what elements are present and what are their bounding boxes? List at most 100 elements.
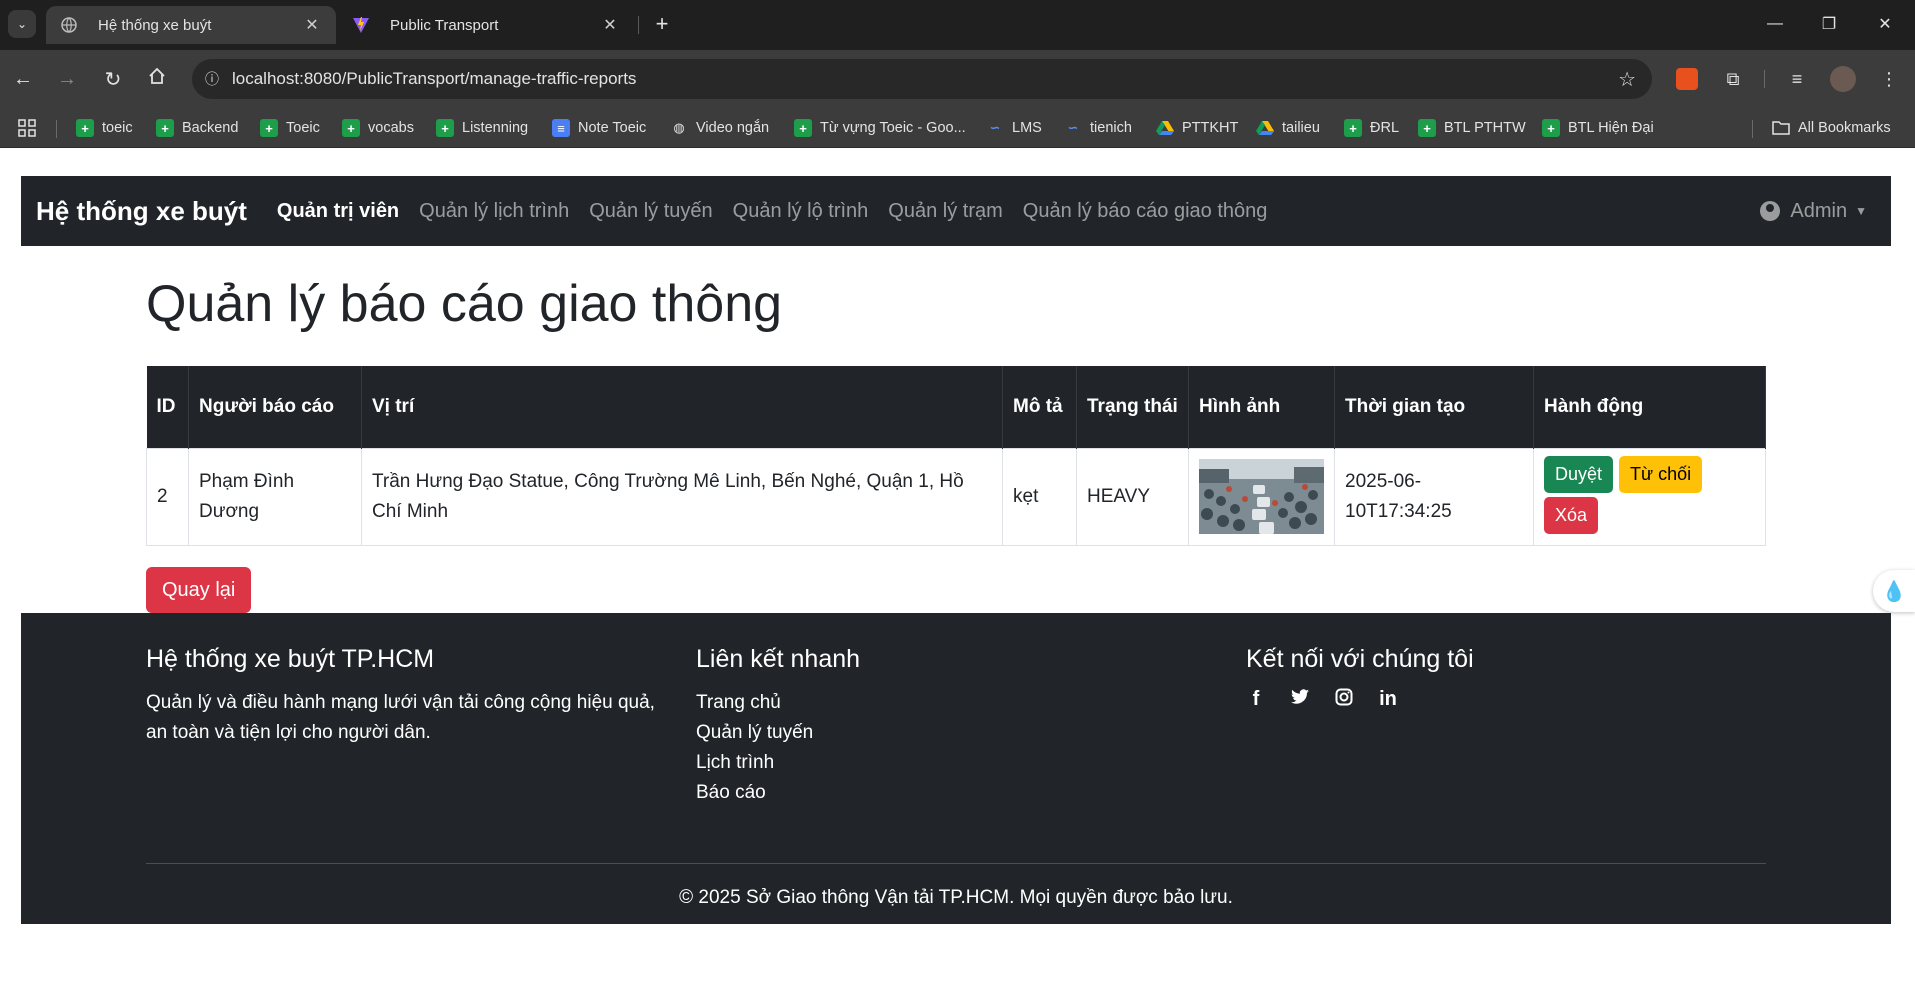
bookmark-toeic[interactable]: + toeic [76, 117, 133, 139]
sheets-icon: + [1418, 119, 1436, 137]
new-tab-button[interactable]: + [648, 10, 676, 38]
sheets-icon: + [794, 119, 812, 137]
reload-button[interactable]: ↻ [98, 64, 128, 94]
user-menu-dropdown[interactable]: Admin ▼ [1760, 200, 1867, 223]
drive-icon [1256, 119, 1274, 137]
browser-tab-strip: ⌄ Hệ thống xe buýt ✕ Public Transport ✕ … [0, 0, 1915, 50]
bookmark-pttkht[interactable]: PTTKHT [1156, 117, 1238, 139]
bookmark-label: tienich [1090, 120, 1132, 136]
folder-icon [1772, 119, 1790, 137]
footer-social-title: Kết nối với chúng tôi [1246, 645, 1474, 673]
bookmark-label: LMS [1012, 120, 1042, 136]
traffic-photo-thumbnail[interactable] [1199, 459, 1324, 534]
floating-assistant-button[interactable]: 💧 [1873, 570, 1915, 612]
nav-link-routes[interactable]: Quản lý tuyến [589, 200, 712, 223]
nav-links: Quản trị viên Quản lý lịch trình Quản lý… [277, 200, 1288, 223]
footer-about-title: Hệ thống xe buýt TP.HCM [146, 645, 435, 673]
bookmark-tu-vung-toeic[interactable]: + Từ vựng Toeic - Goo... [794, 117, 966, 139]
bookmark-btl-hien-dai[interactable]: + BTL Hiện Đại [1542, 117, 1654, 139]
bookmark-tienich[interactable]: ∽ tienich [1064, 117, 1132, 139]
app-navbar: Hệ thống xe buýt Quản trị viên Quản lý l… [21, 176, 1891, 246]
bookmarks-bar: + toeic + Backend + Toeic + vocabs + Listenni… [0, 108, 1915, 148]
bookmark-btl-pthtw[interactable]: + BTL PTHTW [1418, 117, 1526, 139]
bookmark-label: tailieu [1282, 120, 1320, 136]
footer-link-schedules[interactable]: Lịch trình [696, 748, 860, 778]
bookmark-video-ngan[interactable]: ◍ Video ngắn [670, 117, 769, 139]
back-button[interactable]: Quay lại [146, 567, 252, 613]
bookmark-backend[interactable]: + Backend [156, 117, 238, 139]
all-bookmarks-label: All Bookmarks [1798, 120, 1891, 136]
linkedin-icon[interactable]: in [1378, 688, 1398, 712]
approve-button[interactable]: Duyệt [1544, 455, 1614, 493]
column-header-reporter: Người báo cáo [188, 366, 362, 448]
cell-description: kẹt [1002, 447, 1077, 546]
bookmark-label: Listenning [462, 120, 529, 136]
sheets-icon: + [436, 119, 454, 137]
menu-icon[interactable]: ⋮ [1874, 64, 1904, 94]
bookmark-label: Toeic [286, 120, 320, 136]
browser-tab-active[interactable]: Hệ thống xe buýt ✕ [46, 6, 336, 44]
cell-image [1188, 447, 1335, 546]
bookmark-note-toeic[interactable]: ≡ Note Toeic [552, 117, 646, 139]
bookmark-label: toeic [102, 120, 133, 136]
extensions-puzzle-icon[interactable]: ⧉ [1718, 64, 1748, 94]
bookmark-vocabs[interactable]: + vocabs [342, 117, 414, 139]
bookmark-tailieu[interactable]: tailieu [1256, 117, 1320, 139]
bookmark-toeic-2[interactable]: + Toeic [260, 117, 320, 139]
instagram-icon[interactable] [1334, 688, 1354, 712]
footer-link-home[interactable]: Trang chủ [696, 688, 860, 718]
navbar-brand[interactable]: Hệ thống xe buýt [36, 196, 247, 227]
footer-link-routes[interactable]: Quản lý tuyến [696, 718, 860, 748]
close-window-button[interactable]: ✕ [1858, 0, 1912, 48]
sheets-icon: + [156, 119, 174, 137]
nav-link-itineraries[interactable]: Quản lý lộ trình [733, 200, 869, 223]
reject-button[interactable]: Từ chối [1619, 455, 1703, 493]
twitter-icon[interactable] [1290, 688, 1310, 712]
delete-button[interactable]: Xóa [1544, 496, 1599, 534]
footer-link-reports[interactable]: Báo cáo [696, 778, 860, 808]
close-icon: ✕ [1878, 16, 1892, 33]
close-tab-icon[interactable]: ✕ [600, 15, 620, 35]
column-header-description: Mô tả [1002, 366, 1077, 448]
bookmark-lms[interactable]: ∽ LMS [986, 117, 1042, 139]
all-bookmarks-button[interactable]: All Bookmarks [1772, 117, 1891, 139]
lms-icon: ∽ [1067, 120, 1079, 135]
nav-link-admin[interactable]: Quản trị viên [277, 200, 399, 223]
home-button[interactable] [142, 64, 172, 94]
footer: Hệ thống xe buýt TP.HCM Quản lý và điều … [21, 613, 1891, 924]
site-info-icon[interactable]: ⓘ [192, 69, 232, 89]
nav-link-schedules[interactable]: Quản lý lịch trình [419, 200, 569, 223]
nav-link-stations[interactable]: Quản lý trạm [888, 200, 1002, 223]
address-bar[interactable]: ⓘ localhost:8080/PublicTransport/manage-… [192, 59, 1652, 99]
url-text[interactable]: localhost:8080/PublicTransport/manage-tr… [232, 69, 636, 89]
facebook-icon[interactable]: f [1246, 688, 1266, 712]
browser-tab[interactable]: Public Transport ✕ [338, 6, 634, 44]
bookmark-label: Từ vựng Toeic - Goo... [820, 120, 966, 136]
forward-button[interactable]: → [52, 64, 82, 94]
bookmark-label: BTL Hiện Đại [1568, 120, 1654, 136]
bookmark-drl[interactable]: + ĐRL [1344, 117, 1399, 139]
bookmark-label: Video ngắn [696, 120, 770, 136]
nav-link-traffic-reports[interactable]: Quản lý báo cáo giao thông [1023, 200, 1268, 223]
bookmark-label: ĐRL [1370, 120, 1400, 136]
restore-button[interactable]: ❐ [1802, 0, 1856, 48]
tab-search-button[interactable]: ⌄ [8, 10, 36, 38]
caret-down-icon: ▼ [1855, 204, 1867, 218]
footer-divider [146, 863, 1766, 864]
bookmark-listenning[interactable]: + Listenning [436, 117, 528, 139]
bookmark-star-icon[interactable]: ☆ [1618, 67, 1636, 92]
sheets-icon: + [260, 119, 278, 137]
media-control-icon[interactable]: ≡ [1782, 64, 1812, 94]
user-name: Admin [1790, 199, 1848, 222]
reload-icon: ↻ [104, 68, 122, 91]
back-button[interactable]: ← [8, 64, 38, 94]
bookmark-divider [56, 120, 57, 138]
minimize-button[interactable]: — [1748, 0, 1802, 48]
home-icon [148, 67, 166, 91]
close-tab-icon[interactable]: ✕ [302, 15, 322, 35]
profile-avatar[interactable] [1828, 64, 1858, 94]
apps-icon[interactable] [18, 117, 36, 139]
extension-icon[interactable] [1672, 64, 1702, 94]
sheets-icon: + [1542, 119, 1560, 137]
arrow-left-icon: ← [13, 67, 33, 90]
